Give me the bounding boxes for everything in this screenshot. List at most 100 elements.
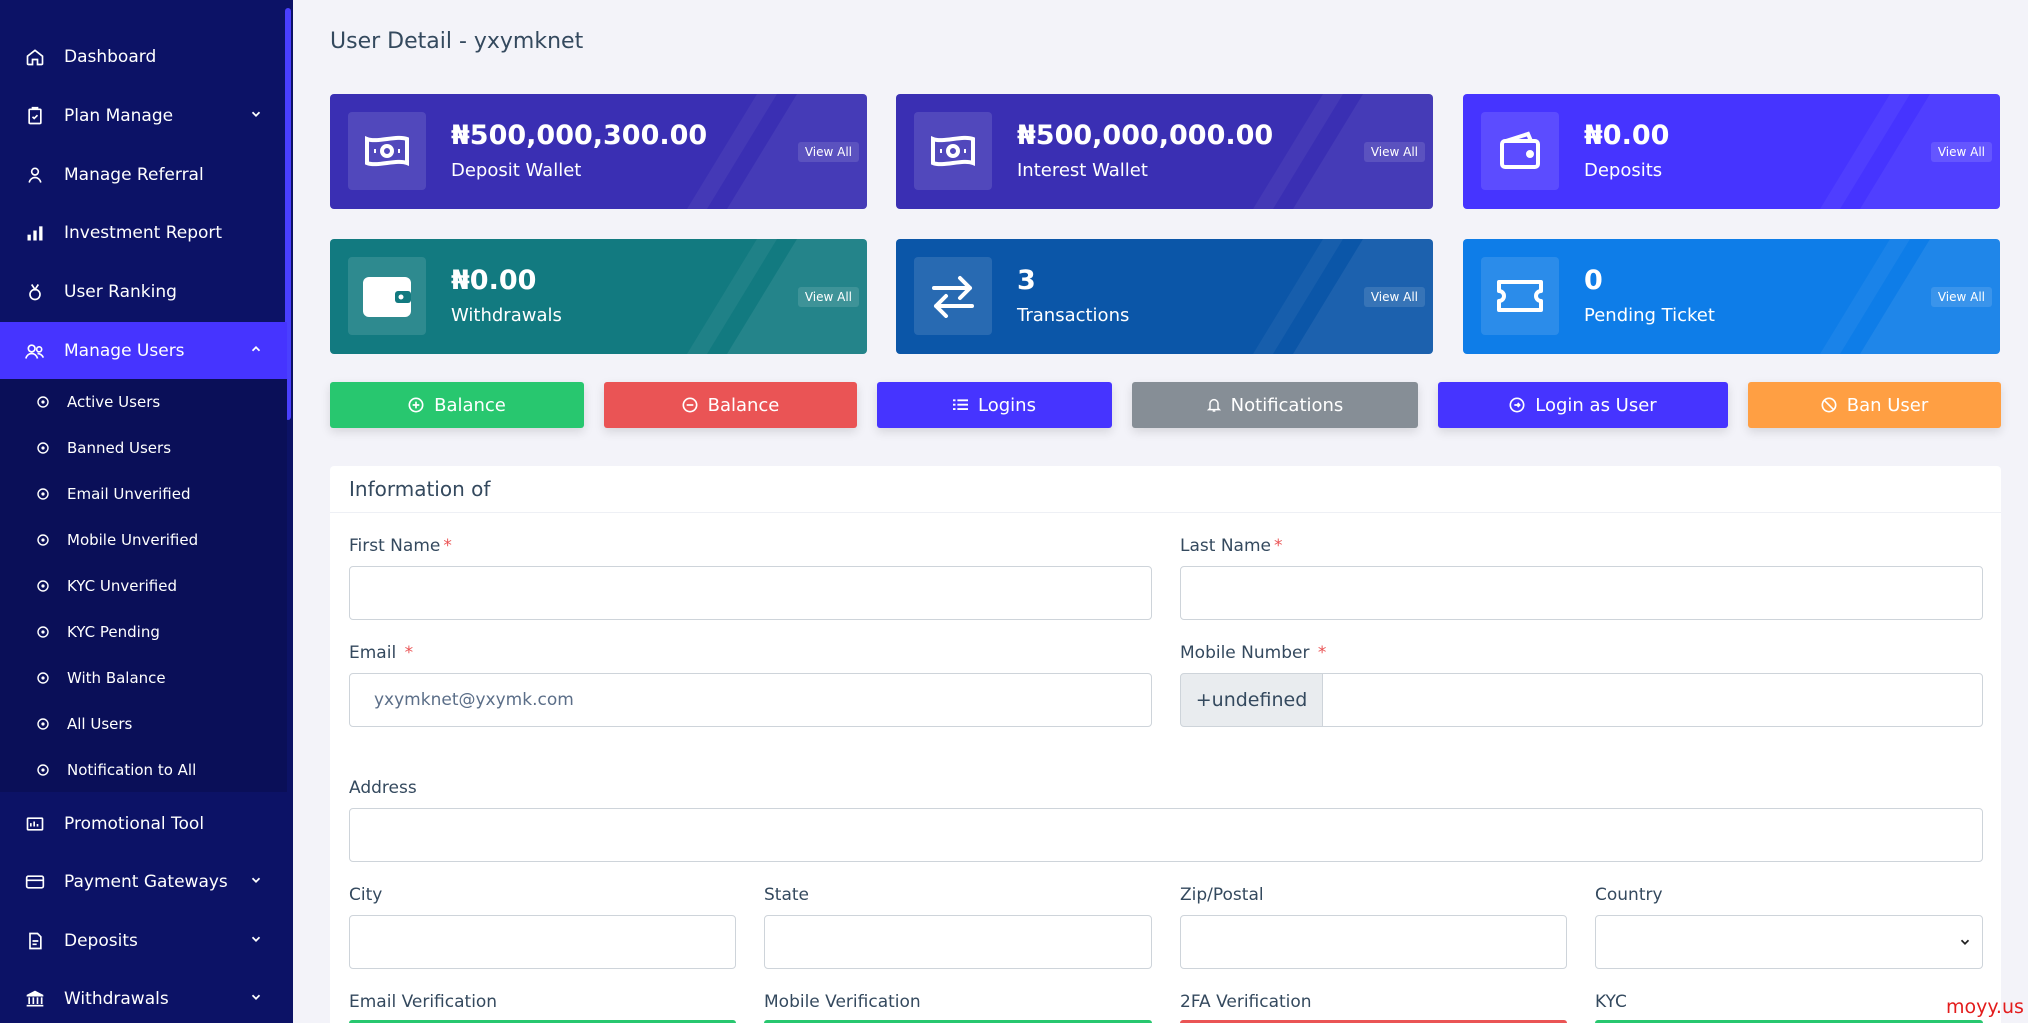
sidebar-item-withdrawals[interactable]: Withdrawals	[0, 970, 287, 1023]
submenu-item-label: Mobile Unverified	[67, 531, 199, 549]
sidebar-item-label: Manage Users	[64, 341, 185, 361]
city-input[interactable]	[349, 915, 736, 969]
view-all-link[interactable]: View All	[1930, 287, 1992, 307]
minus-circle-icon	[682, 397, 698, 413]
submenu-item-kyc-unverified[interactable]: KYC Unverified	[0, 563, 287, 609]
sidebar-item-deposits[interactable]: Deposits	[0, 912, 287, 970]
credit-card-icon	[24, 871, 46, 893]
widget-withdrawals: ₦0.00 Withdrawals View All	[330, 239, 867, 354]
ticket-icon	[1481, 257, 1559, 335]
chevron-down-icon	[249, 989, 263, 1009]
submenu-item-with-balance[interactable]: With Balance	[0, 655, 287, 701]
chevron-down-icon	[249, 931, 263, 951]
wallet-icon	[1481, 112, 1559, 190]
submenu-item-mobile-unverified[interactable]: Mobile Unverified	[0, 517, 287, 563]
wallet-icon	[348, 257, 426, 335]
zip-label: Zip/Postal	[1180, 885, 1264, 905]
money-icon	[348, 112, 426, 190]
circle-dot-icon	[37, 580, 49, 592]
widget-interest-wallet: ₦500,000,000.00 Interest Wallet View All	[896, 94, 1433, 209]
mobile-number-input[interactable]	[1322, 673, 1983, 727]
page-title: User Detail - yxymknet	[330, 29, 584, 54]
sidebar-item-label: Deposits	[64, 931, 138, 951]
sidebar-item-investment-report[interactable]: Investment Report	[0, 204, 287, 262]
widget-amount: ₦0.00	[451, 265, 537, 296]
subtract-balance-button[interactable]: Balance	[604, 382, 857, 428]
state-input[interactable]	[764, 915, 1152, 969]
kyc-label: KYC	[1595, 992, 1627, 1012]
view-all-link[interactable]: View All	[1363, 142, 1425, 162]
sidebar-item-manage-users[interactable]: Manage Users	[0, 322, 287, 380]
submenu-item-label: KYC Pending	[67, 623, 160, 641]
address-input[interactable]	[349, 808, 1983, 862]
sidebar-item-label: Plan Manage	[64, 106, 174, 126]
button-label: Login as User	[1535, 394, 1657, 416]
submenu-item-label: With Balance	[67, 669, 166, 687]
ban-user-button[interactable]: Ban User	[1748, 382, 2001, 428]
view-all-link[interactable]: View All	[797, 142, 859, 162]
email-label: Email *	[349, 643, 414, 663]
sidebar-item-label: Promotional Tool	[64, 814, 205, 834]
medal-icon	[24, 281, 46, 303]
sidebar-item-plan-manage[interactable]: Plan Manage	[0, 87, 287, 145]
submenu-item-banned-users[interactable]: Banned Users	[0, 425, 287, 471]
submenu-item-all-users[interactable]: All Users	[0, 701, 287, 747]
list-icon	[953, 398, 969, 412]
view-all-link[interactable]: View All	[797, 287, 859, 307]
button-label: Balance	[707, 394, 780, 416]
sidebar-item-payment-gateways[interactable]: Payment Gateways	[0, 853, 287, 911]
state-label: State	[764, 885, 809, 905]
circle-dot-icon	[37, 488, 49, 500]
sidebar-item-promotional-tool[interactable]: Promotional Tool	[0, 795, 287, 853]
bell-icon	[1206, 397, 1221, 413]
widget-amount: ₦500,000,300.00	[451, 120, 708, 151]
submenu-item-kyc-pending[interactable]: KYC Pending	[0, 609, 287, 655]
chevron-down-icon	[249, 106, 263, 126]
submenu-item-email-unverified[interactable]: Email Unverified	[0, 471, 287, 517]
login-icon	[1509, 397, 1525, 413]
widget-label: Deposit Wallet	[451, 160, 582, 181]
sidebar-item-user-ranking[interactable]: User Ranking	[0, 263, 287, 321]
country-select[interactable]	[1595, 915, 1983, 969]
promo-icon	[24, 813, 46, 835]
submenu-item-active-users[interactable]: Active Users	[0, 379, 287, 425]
circle-dot-icon	[37, 764, 49, 776]
submenu-item-label: All Users	[67, 715, 133, 733]
view-all-link[interactable]: View All	[1363, 287, 1425, 307]
logins-button[interactable]: Logins	[877, 382, 1112, 428]
sidebar-item-label: Investment Report	[64, 223, 223, 243]
submenu-item-label: Email Unverified	[67, 485, 191, 503]
email-field[interactable]: yxymknet@yxymk.com	[349, 673, 1152, 727]
view-all-link[interactable]: View All	[1930, 142, 1992, 162]
submenu-item-notification-to-all[interactable]: Notification to All	[0, 747, 287, 793]
first-name-input[interactable]	[349, 566, 1152, 620]
login-as-user-button[interactable]: Login as User	[1438, 382, 1728, 428]
widget-amount: ₦0.00	[1584, 120, 1670, 151]
button-label: Balance	[434, 394, 506, 416]
zip-input[interactable]	[1180, 915, 1567, 969]
chevron-down-icon	[249, 872, 263, 892]
submenu-item-label: Banned Users	[67, 439, 172, 457]
widget-label: Transactions	[1017, 305, 1130, 326]
watermark: moyy.us	[1946, 996, 2024, 1018]
circle-dot-icon	[37, 396, 49, 408]
widget-amount: 0	[1584, 265, 1603, 296]
sidebar-item-label: Dashboard	[64, 47, 157, 67]
widget-label: Interest Wallet	[1017, 160, 1148, 181]
widget-deposits: ₦0.00 Deposits View All	[1463, 94, 2000, 209]
widget-pending-ticket: 0 Pending Ticket View All	[1463, 239, 2000, 354]
plus-circle-icon	[408, 397, 424, 413]
sidebar-item-dashboard[interactable]: Dashboard	[0, 28, 287, 86]
add-balance-button[interactable]: Balance	[330, 382, 584, 428]
submenu-item-label: Notification to All	[67, 761, 197, 779]
country-label: Country	[1595, 885, 1663, 905]
notifications-button[interactable]: Notifications	[1132, 382, 1418, 428]
city-label: City	[349, 885, 383, 905]
sidebar-item-manage-referral[interactable]: Manage Referral	[0, 146, 287, 204]
last-name-input[interactable]	[1180, 566, 1983, 620]
button-label: Ban User	[1846, 394, 1929, 416]
widget-transactions: 3 Transactions View All	[896, 239, 1433, 354]
circle-dot-icon	[37, 534, 49, 546]
country-code-addon: +undefined	[1180, 673, 1323, 727]
widget-label: Deposits	[1584, 160, 1663, 181]
